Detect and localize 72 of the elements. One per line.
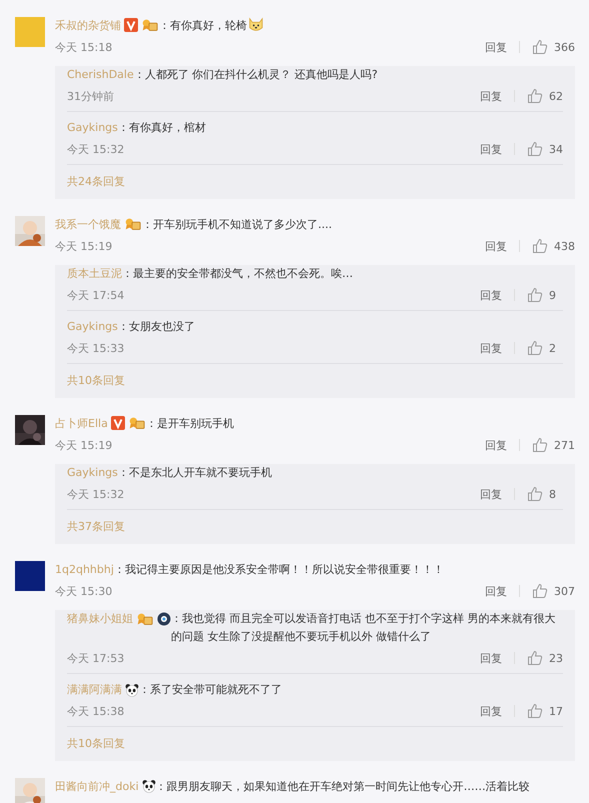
timestamp: 今天 15:18 bbox=[55, 40, 112, 54]
thumbs-up-icon[interactable] bbox=[532, 437, 548, 453]
more-replies-link[interactable]: 共24条回复 bbox=[67, 165, 563, 199]
user-name[interactable]: 禾叔的杂货铺 bbox=[55, 18, 121, 32]
timestamp: 今天 15:38 bbox=[67, 704, 124, 718]
thumbs-up-icon[interactable] bbox=[527, 88, 543, 104]
reply-link[interactable]: 回复 bbox=[485, 238, 507, 254]
reply-text: ：系了安全带可能就死不了了 bbox=[139, 682, 283, 698]
comment-text: ：我记得主要原因是他没系安全带啊！！所以说安全带很重要！！！ bbox=[114, 562, 444, 576]
timestamp: 今天 15:32 bbox=[67, 486, 124, 502]
more-replies-link[interactable]: 共10条回复 bbox=[67, 727, 563, 761]
like-count: 17 bbox=[549, 704, 563, 718]
reply-text: ：女朋友也没了 bbox=[118, 319, 196, 335]
thumbs-up-icon[interactable] bbox=[527, 650, 543, 666]
like-count: 271 bbox=[554, 438, 575, 452]
thumbs-up-icon[interactable] bbox=[532, 238, 548, 254]
comment-text: ：跟男朋友聊天，如果知道他在开车绝对第一时间先让他专心开……活着比较 bbox=[156, 778, 530, 794]
reply-text: ：我也觉得 而且完全可以发语音打电话 也不至于打个字这样 男的本来就有很大的问题 女生除了没提醒他不要玩手机以外 做错什么了 bbox=[171, 611, 556, 645]
reply-text: ：人都死了 你们在抖什么机灵？ 还真他吗是人吗? bbox=[134, 67, 379, 83]
timestamp: 今天 15:33 bbox=[67, 340, 124, 356]
user-name[interactable]: CherishDale bbox=[67, 66, 134, 84]
timestamp: 今天 15:19 bbox=[55, 238, 112, 254]
like-count: 23 bbox=[549, 652, 563, 664]
comment-text: ：开车别玩手机不知道说了多少次了.... bbox=[142, 216, 332, 232]
like-count: 438 bbox=[554, 240, 575, 252]
like-count: 62 bbox=[549, 90, 563, 102]
reply-link[interactable]: 回复 bbox=[485, 584, 507, 598]
timestamp: 今天 15:32 bbox=[67, 142, 124, 156]
reply-text: ：有你真好，棺材 bbox=[118, 120, 207, 136]
user-name[interactable]: 占卜师Ella bbox=[55, 416, 108, 430]
like-count: 307 bbox=[554, 584, 575, 598]
timestamp: 今天 15:30 bbox=[55, 584, 112, 598]
user-name[interactable]: 田酱向前冲_doki bbox=[55, 778, 139, 794]
reply-link[interactable]: 回复 bbox=[480, 142, 502, 156]
thumbs-up-icon[interactable] bbox=[532, 583, 548, 599]
reply-link[interactable]: 回复 bbox=[480, 704, 502, 718]
like-count: 2 bbox=[549, 342, 557, 354]
user-name[interactable]: Gaykings bbox=[67, 318, 118, 336]
timestamp: 今天 17:53 bbox=[67, 650, 124, 666]
more-replies-link[interactable]: 共37条回复 bbox=[67, 510, 563, 544]
reply-text: ：不是东北人开车就不要玩手机 bbox=[118, 465, 273, 481]
user-name[interactable]: Gaykings bbox=[67, 464, 118, 482]
reply-link[interactable]: 回复 bbox=[485, 438, 507, 452]
timestamp: 31分钟前 bbox=[67, 88, 114, 104]
timestamp: 今天 15:19 bbox=[55, 438, 112, 452]
thumbs-up-icon[interactable] bbox=[527, 486, 543, 502]
comment-text: ：有你真好，轮椅 bbox=[159, 18, 247, 32]
reply-link[interactable]: 回复 bbox=[480, 650, 502, 666]
comment-text: ：是开车别玩手机 bbox=[146, 416, 234, 430]
like-count: 9 bbox=[549, 288, 557, 302]
user-name[interactable]: Gaykings bbox=[67, 119, 118, 137]
like-count: 34 bbox=[549, 142, 563, 156]
like-count: 8 bbox=[549, 488, 557, 500]
like-count: 366 bbox=[554, 40, 575, 54]
reply-link[interactable]: 回复 bbox=[485, 40, 507, 54]
reply-link[interactable]: 回复 bbox=[480, 88, 502, 104]
user-name[interactable]: 1q2qhhbhj bbox=[55, 562, 114, 576]
timestamp: 今天 17:54 bbox=[67, 288, 124, 302]
more-replies-link[interactable]: 共10条回复 bbox=[67, 364, 563, 398]
reply-link[interactable]: 回复 bbox=[480, 288, 502, 302]
user-name[interactable]: 我系一个饿魔 bbox=[55, 216, 121, 232]
thumbs-up-icon[interactable] bbox=[527, 340, 543, 356]
reply-link[interactable]: 回复 bbox=[480, 340, 502, 356]
reply-text: ：最主要的安全带都没气，不然也不会死。唉… bbox=[122, 266, 354, 282]
thumbs-up-icon[interactable] bbox=[527, 141, 543, 157]
reply-link[interactable]: 回复 bbox=[480, 486, 502, 502]
user-name[interactable]: 猪鼻妹小姐姐 bbox=[67, 610, 133, 628]
user-name[interactable]: 质本土豆泥 bbox=[67, 265, 122, 283]
thumbs-up-icon[interactable] bbox=[527, 287, 543, 303]
user-name[interactable]: 满满阿满满 bbox=[67, 681, 122, 699]
thumbs-up-icon[interactable] bbox=[532, 39, 548, 55]
thumbs-up-icon[interactable] bbox=[527, 703, 543, 719]
